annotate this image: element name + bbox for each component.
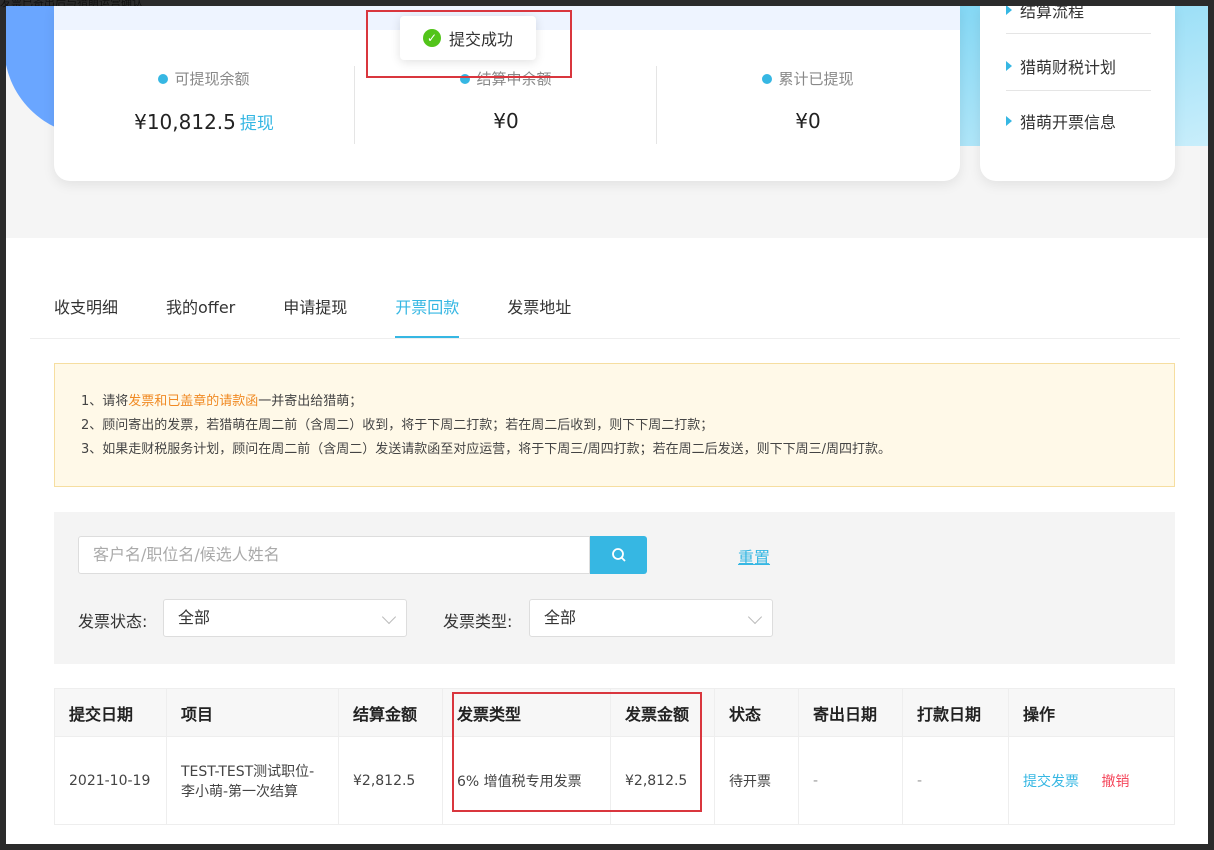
col-sent-date: 寄出日期: [798, 688, 903, 737]
cell-project: TEST-TEST测试职位-李小萌-第一次结算: [166, 736, 339, 825]
stat-label: 可提现余额: [174, 70, 250, 88]
triangle-right-icon: [1006, 116, 1012, 126]
filter-panel: 客户名/职位名/候选人姓名 重置 发票状态: 全部 发票类型: 全部: [54, 512, 1175, 664]
type-filter-label: 发票类型:: [443, 612, 513, 631]
divider: [1006, 33, 1151, 34]
notice-box: 1、请将发票和已盖章的请款函一并寄出给猎萌； 2、顾问寄出的发票，若猎萌在周二前…: [54, 363, 1175, 487]
search-icon: [611, 548, 626, 562]
divider: [656, 66, 657, 144]
withdraw-link[interactable]: 提现: [240, 114, 274, 134]
cell-status: 待开票: [714, 736, 799, 825]
stat-withdrawn: 累计已提现 ¥0: [658, 68, 958, 133]
side-link-tax-plan[interactable]: 猎萌财税计划: [1006, 54, 1151, 78]
reset-link[interactable]: 重置: [738, 544, 770, 568]
tab-withdraw[interactable]: 申请提现: [283, 296, 347, 338]
divider: [30, 338, 1180, 339]
cancel-link[interactable]: 撤销: [1101, 774, 1129, 790]
status-filter-label: 发票状态:: [78, 612, 148, 631]
triangle-right-icon: [1006, 6, 1012, 15]
col-pay-date: 打款日期: [902, 688, 1009, 737]
stat-value: ¥0: [493, 109, 519, 133]
stat-label: 累计已提现: [778, 70, 854, 88]
cell-date: 2021-10-19: [54, 736, 167, 825]
chevron-down-icon: [747, 609, 763, 625]
cell-settle: ¥2,812.5: [338, 736, 443, 825]
notice-line-1: 1、请将发票和已盖章的请款函一并寄出给猎萌；: [81, 394, 363, 409]
submit-invoice-link[interactable]: 提交发票: [1023, 774, 1079, 790]
tab-invoice-address[interactable]: 发票地址: [507, 296, 571, 338]
type-select[interactable]: 全部: [529, 599, 773, 637]
stat-value: ¥0: [795, 109, 821, 133]
side-link-invoice-info[interactable]: 猎萌开票信息: [1006, 109, 1151, 133]
notice-line-3: 3、如果走财税服务计划，顾问在周二前（含周二）发送请款函至对应运营，将于下周三/…: [81, 442, 892, 457]
triangle-right-icon: [1006, 61, 1012, 71]
tab-bar: 收支明细 我的offer 申请提现 开票回款 发票地址: [54, 296, 619, 338]
search-button[interactable]: [590, 536, 647, 574]
tab-transactions[interactable]: 收支明细: [54, 296, 118, 338]
side-links-card: 结算流程 猎萌财税计划 猎萌开票信息: [980, 6, 1175, 181]
dot-icon: [762, 73, 773, 84]
divider: [354, 66, 355, 144]
cell-sent-date: -: [798, 736, 903, 825]
highlight-box-invoice-columns: [452, 692, 702, 812]
cell-actions: 提交发票 撤销: [1008, 736, 1175, 825]
search-input[interactable]: 客户名/职位名/候选人姓名: [78, 536, 590, 574]
chevron-down-icon: [381, 609, 397, 625]
cell-pay-date: -: [902, 736, 1009, 825]
dot-icon: [158, 73, 169, 84]
col-actions: 操作: [1008, 688, 1175, 737]
stat-value: ¥10,812.5: [134, 110, 236, 134]
notice-line-2: 2、顾问寄出的发票，若猎萌在周二前（含周二）收到，将于下周二打款；若在周二后收到…: [81, 418, 714, 433]
stat-withdrawable: 可提现余额 ¥10,812.5 提现: [54, 68, 354, 134]
app-frame: 可提现余额 ¥10,812.5 提现 结算中余额 ¥0 累计已提现 ¥0 结算流程…: [6, 6, 1208, 844]
col-date: 提交日期: [54, 688, 167, 737]
col-settle: 结算金额: [338, 688, 443, 737]
divider: [1006, 90, 1151, 91]
highlight-box-toast: [366, 10, 572, 78]
tab-invoice-payment[interactable]: 开票回款: [395, 296, 460, 338]
col-project: 项目: [166, 688, 339, 737]
col-status: 状态: [714, 688, 799, 737]
tab-my-offer[interactable]: 我的offer: [166, 296, 235, 338]
side-link-settlement[interactable]: 结算流程: [1006, 6, 1151, 22]
status-select[interactable]: 全部: [163, 599, 407, 637]
